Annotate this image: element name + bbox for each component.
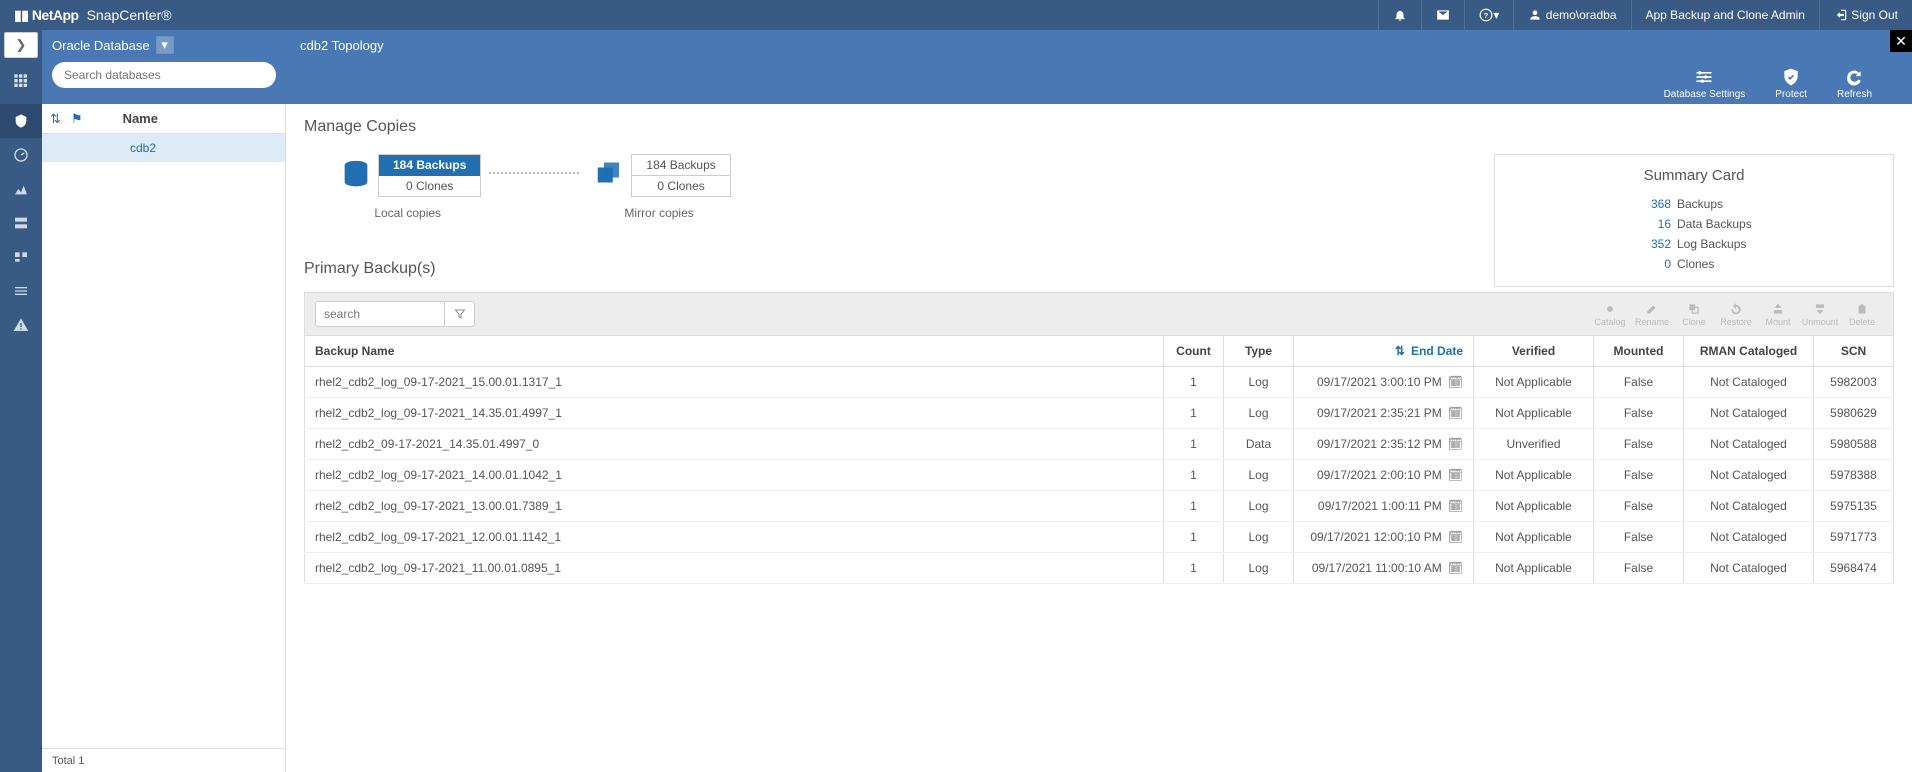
col-verified[interactable]: Verified [1474,336,1594,367]
connector-line [489,172,579,174]
col-type[interactable]: Type [1224,336,1294,367]
expand-nav-button[interactable]: ❯ [4,32,38,58]
calendar-icon: 🗓 [1448,437,1463,451]
col-backup-name[interactable]: Backup Name [305,336,1164,367]
primary-backups-title: Primary Backup(s) [304,260,1894,278]
resource-type-dropdown[interactable]: ▾ [156,36,174,54]
local-clones-count[interactable]: 0 Clones [379,176,480,196]
col-rman[interactable]: RMAN Cataloged [1684,336,1814,367]
refresh-button[interactable]: Refresh [1837,67,1872,100]
nav-resources-icon[interactable] [0,104,42,138]
col-mounted[interactable]: Mounted [1594,336,1684,367]
calendar-icon: 🗓 [1448,375,1463,389]
unmount-button[interactable]: Unmount [1799,302,1841,327]
svg-text:?: ? [1484,11,1489,20]
col-scn[interactable]: SCN [1814,336,1894,367]
nav-settings-icon[interactable] [0,274,42,308]
backup-search-input[interactable] [315,301,445,327]
resource-list-footer: Total 1 [42,748,285,772]
calendar-icon: 🗓 [1448,468,1463,482]
database-settings-button[interactable]: Database Settings [1664,67,1746,100]
resource-list: ⇅ ⚑ Name cdb2 Total 1 [42,104,286,772]
table-row[interactable]: rhel2_cdb2_log_09-17-2021_14.35.01.4997_… [305,398,1894,429]
resource-name-header[interactable]: Name [123,111,158,126]
calendar-icon: 🗓 [1448,406,1463,420]
col-count[interactable]: Count [1164,336,1224,367]
nav-monitor-icon[interactable] [0,138,42,172]
col-end-date[interactable]: ⇅End Date [1294,336,1474,367]
flag-icon[interactable]: ⚑ [71,111,83,127]
database-icon [334,150,378,200]
table-row[interactable]: rhel2_cdb2_log_09-17-2021_13.00.01.7389_… [305,491,1894,522]
notifications-icon[interactable] [1378,0,1421,30]
nav-reports-icon[interactable] [0,172,42,206]
brand-name: SnapCenter® [87,7,172,23]
search-input[interactable] [64,68,264,82]
clone-button[interactable]: Clone [1673,302,1715,327]
user-label: demo\oradba [1546,8,1617,22]
search-databases[interactable] [52,62,276,88]
table-row[interactable]: rhel2_cdb2_09-17-2021_14.35.01.4997_0 1 … [305,429,1894,460]
vertical-nav [0,104,42,772]
calendar-icon: 🗓 [1448,561,1463,575]
mirror-backups-count[interactable]: 184 Backups [632,155,729,176]
main-content: Manage Copies 184 Backups 0 Clones Local… [286,104,1912,772]
protect-button[interactable]: Protect [1775,67,1807,100]
backups-table: Backup Name Count Type ⇅End Date Verifie… [304,336,1894,584]
resource-item[interactable]: cdb2 [42,134,285,162]
calendar-icon: 🗓 [1448,499,1463,513]
page-title: cdb2 Topology [300,38,1898,53]
delete-button[interactable]: Delete [1841,302,1883,327]
user-menu[interactable]: demo\oradba [1513,0,1630,30]
sort-icon[interactable]: ⇅ [50,111,61,127]
summary-row: 368Backups [1513,194,1875,214]
table-row[interactable]: rhel2_cdb2_log_09-17-2021_14.00.01.1042_… [305,460,1894,491]
catalog-button[interactable]: Catalog [1589,302,1631,327]
resource-picker: Oracle Database ▾ [42,30,286,104]
nav-storage-icon[interactable] [0,240,42,274]
manage-copies-title: Manage Copies [304,118,1894,136]
topbar: ▮▮ NetApp SnapCenter® ?▾ demo\oradba App… [0,0,1912,30]
subbar-main: cdb2 Topology Database Settings Protect … [286,30,1912,104]
local-copies-caption: Local copies [374,206,441,220]
table-row[interactable]: rhel2_cdb2_log_09-17-2021_12.00.01.1142_… [305,522,1894,553]
filter-button[interactable] [445,301,475,327]
resource-type-label: Oracle Database [52,38,150,53]
mirror-copies-block[interactable]: 184 Backups 0 Clones Mirror copies [587,150,730,220]
summary-title: Summary Card [1513,167,1875,184]
close-panel-button[interactable]: ✕ [1890,30,1912,52]
calendar-icon: 🗓 [1448,530,1463,544]
nav-toggle-column: ❯ [0,30,42,104]
subbar: ❯ Oracle Database ▾ cdb2 Topology Databa… [0,30,1912,104]
mount-button[interactable]: Mount [1757,302,1799,327]
nav-alerts-icon[interactable] [0,308,42,342]
help-icon[interactable]: ?▾ [1464,0,1513,30]
brand-prefix: ▮▮ NetApp [14,7,79,24]
nav-hosts-icon[interactable] [0,206,42,240]
local-backups-count[interactable]: 184 Backups [379,155,480,176]
backups-toolbar: CatalogRenameCloneRestoreMountUnmountDel… [304,292,1894,336]
table-row[interactable]: rhel2_cdb2_log_09-17-2021_11.00.01.0895_… [305,553,1894,584]
mail-icon[interactable] [1421,0,1464,30]
local-copies-block[interactable]: 184 Backups 0 Clones Local copies [334,150,481,220]
rename-button[interactable]: Rename [1631,302,1673,327]
signout-button[interactable]: Sign Out [1819,0,1912,30]
restore-button[interactable]: Restore [1715,302,1757,327]
mirror-icon [587,150,631,200]
role-label[interactable]: App Backup and Clone Admin [1631,0,1819,30]
summary-row: 16Data Backups [1513,214,1875,234]
brand: ▮▮ NetApp SnapCenter® [0,7,186,24]
resource-list-header: ⇅ ⚑ Name [42,104,285,134]
mirror-copies-caption: Mirror copies [624,206,693,220]
mirror-clones-count[interactable]: 0 Clones [632,176,729,196]
dashboard-icon[interactable] [0,58,42,104]
table-row[interactable]: rhel2_cdb2_log_09-17-2021_15.00.01.1317_… [305,367,1894,398]
summary-row: 352Log Backups [1513,234,1875,254]
